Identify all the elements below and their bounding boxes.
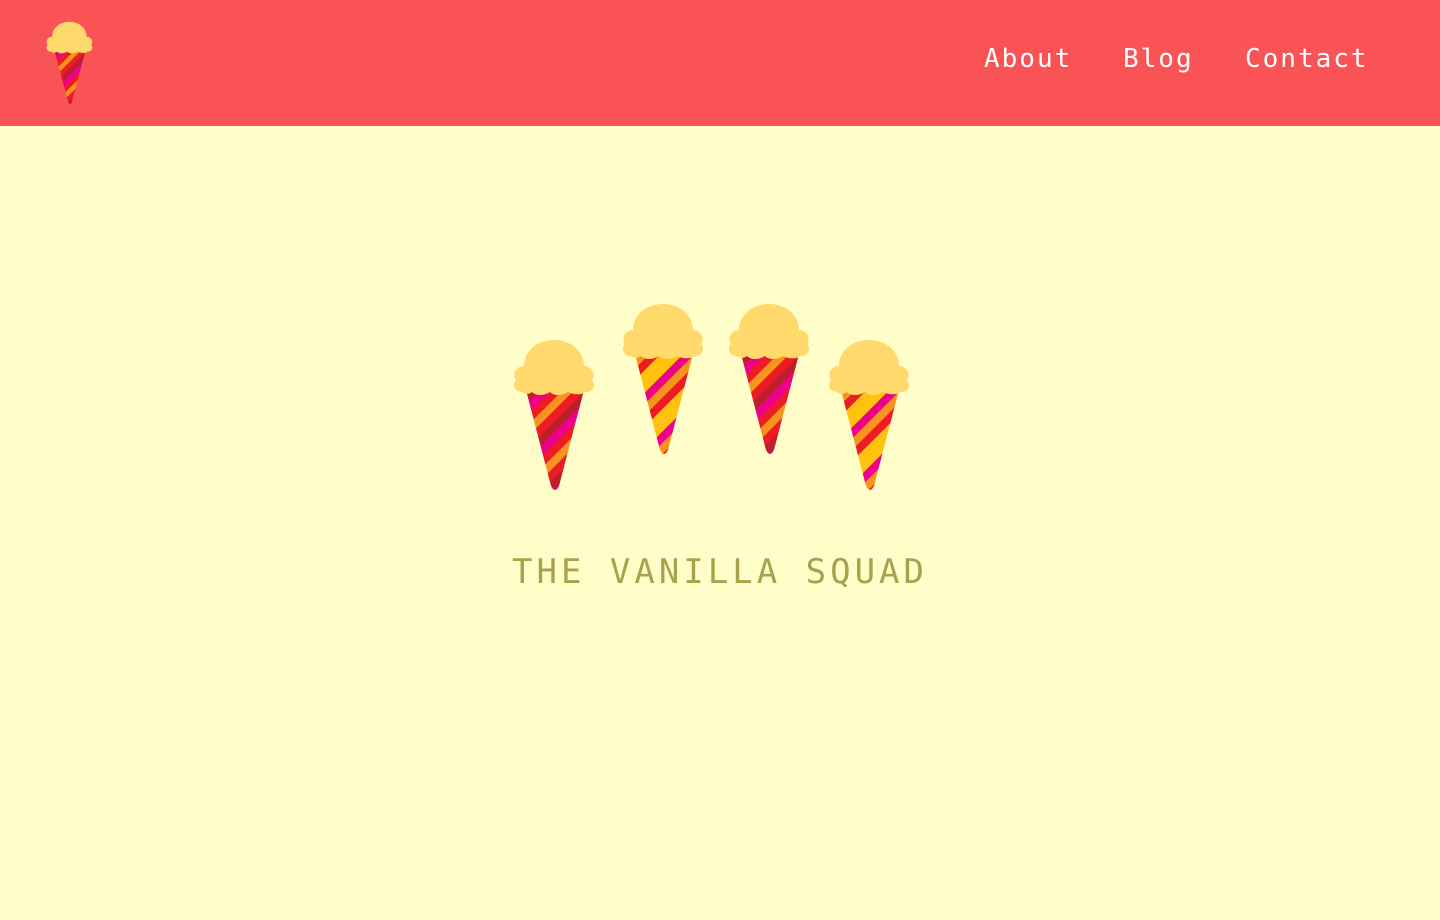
ice-cream-cone-icon [619,294,709,454]
ice-cream-cone-icon [510,330,600,490]
site-header: About Blog Contact [0,0,1440,126]
nav-blog-link[interactable]: Blog [1123,43,1194,75]
hero-tagline: THE VANILLA SQUAD [512,552,928,592]
nav-about-link[interactable]: About [984,43,1072,75]
ice-cream-cone-icon[interactable] [44,16,96,108]
hero-section: THE VANILLA SQUAD [0,126,1440,920]
nav-contact-link[interactable]: Contact [1245,43,1369,75]
ice-cream-cone-icon [725,294,815,454]
ice-cream-cone-icon [825,330,915,490]
